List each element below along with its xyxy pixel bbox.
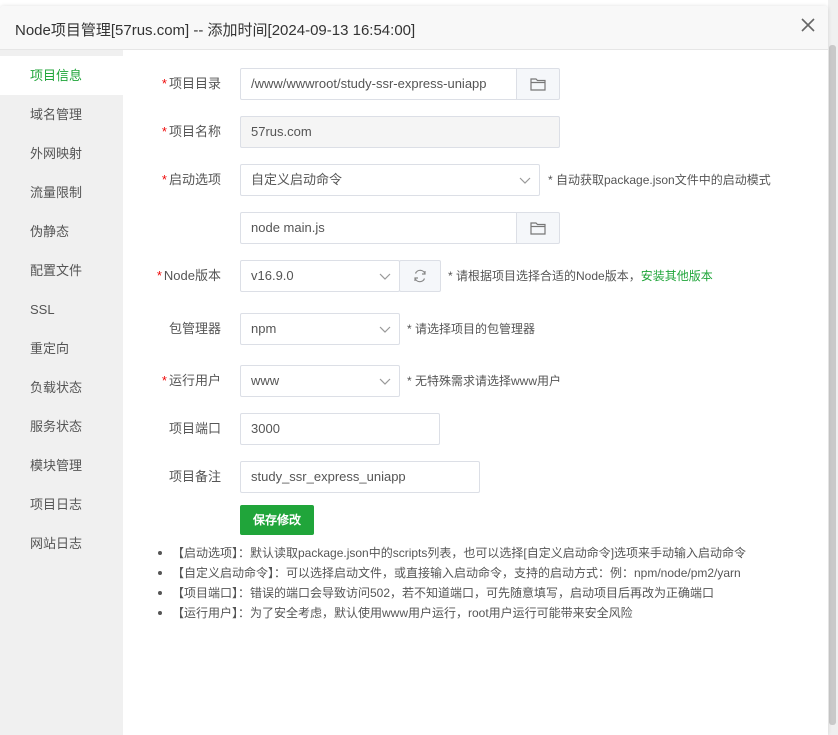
sidebar-item-domain[interactable]: 域名管理 [0,95,123,134]
dialog-titlebar: Node项目管理[57rus.com] -- 添加时间[2024-09-13 1… [0,6,828,50]
package-manager-hint: * 请选择项目的包管理器 [407,322,536,336]
required-mark: * [161,124,167,139]
form-panel: * 项目目录 /www/wwwroot/study-ssr-express-uni… [123,50,828,735]
sidebar-item-service-status[interactable]: 服务状态 [0,407,123,446]
folder-icon [530,222,546,235]
sidebar-item-ssl[interactable]: SSL [0,290,123,329]
project-dir-input[interactable]: /www/wwwroot/study-ssr-express-uniapp [240,68,517,100]
required-mark: * [161,76,167,91]
sidebar-item-project-info[interactable]: 项目信息 [0,56,123,95]
run-user-value: www [251,373,280,388]
row-start-command: node main.js [123,212,828,244]
sidebar-item-port-mapping[interactable]: 外网映射 [0,134,123,173]
row-project-name: * 项目名称 57rus.com [123,116,828,148]
project-dialog: Node项目管理[57rus.com] -- 添加时间[2024-09-13 1… [0,6,828,735]
required-mark: * [161,373,167,388]
sidebar-item-rewrite[interactable]: 伪静态 [0,212,123,251]
required-mark: * [156,268,162,283]
save-button[interactable]: 保存修改 [240,505,314,535]
row-package-manager: 包管理器 npm * 请选择项目的包管理器 [123,313,828,345]
help-note-run-user: 【运行用户】：为了安全考虑，默认使用www用户运行，root用户运行可能带来安全… [158,603,818,623]
node-version-label-text: Node版本 [163,268,221,283]
project-dir-label: * 项目目录 [123,68,221,100]
project-name-label: * 项目名称 [123,116,221,148]
folder-icon [530,78,546,91]
start-option-hint: * 自动获取package.json文件中的启动模式 [548,173,771,187]
node-version-label: * Node版本 [123,260,221,292]
sidebar-item-site-log[interactable]: 网站日志 [0,524,123,563]
sidebar-item-load-status[interactable]: 负载状态 [0,368,123,407]
run-user-hint: * 无特殊需求请选择www用户 [407,374,562,388]
sidebar-item-redirect[interactable]: 重定向 [0,329,123,368]
sidebar-item-config-file[interactable]: 配置文件 [0,251,123,290]
start-command-browse-button[interactable] [516,212,560,244]
row-project-note: 项目备注 study_ssr_express_uniapp [123,461,828,493]
start-option-value: 自定义启动命令 [251,172,343,187]
run-user-label: * 运行用户 [123,365,221,397]
node-version-hint-text: * 请根据项目选择合适的Node版本， [448,269,641,283]
node-version-select[interactable]: v16.9.0 [240,260,400,292]
chevron-down-icon [379,326,391,333]
node-version-hint: * 请根据项目选择合适的Node版本，安装其他版本 [448,260,713,292]
run-user-label-text: 运行用户 [168,373,221,388]
sidebar-item-project-log[interactable]: 项目日志 [0,485,123,524]
project-note-input[interactable]: study_ssr_express_uniapp [240,461,480,493]
start-command-input[interactable]: node main.js [240,212,517,244]
node-version-refresh-button[interactable] [399,260,441,292]
project-name-input: 57rus.com [240,116,560,148]
row-node-version: * Node版本 v16.9.0 * 请根据项目选择合适的Node版本，安装其他版… [123,260,828,292]
package-manager-select[interactable]: npm [240,313,400,345]
package-manager-value: npm [251,321,277,336]
project-dir-label-text: 项目目录 [168,76,221,91]
required-mark: * [161,172,167,187]
project-port-input[interactable]: 3000 [240,413,440,445]
sidebar: 项目信息 域名管理 外网映射 流量限制 伪静态 配置文件 SSL 重定向 负载状… [0,50,123,735]
node-version-value: v16.9.0 [251,268,294,283]
help-notes: 【启动选项】：默认读取package.json中的scripts列表，也可以选择… [158,543,818,623]
chevron-down-icon [519,177,531,184]
start-option-label: * 启动选项 [123,164,221,196]
sidebar-item-module-manage[interactable]: 模块管理 [0,446,123,485]
close-button[interactable] [798,15,818,35]
chevron-down-icon [379,378,391,385]
row-start-option: * 启动选项 自定义启动命令 * 自动获取package.json文件中的启动模式 [123,164,828,196]
project-note-label: 项目备注 [168,469,221,484]
help-note-custom-command: 【自定义启动命令】：可以选择启动文件，或直接输入启动命令，支持的启动方式：例：n… [158,563,818,583]
page-scrollbar-thumb[interactable] [829,45,836,725]
start-option-select[interactable]: 自定义启动命令 [240,164,540,196]
project-name-label-text: 项目名称 [168,124,221,139]
row-run-user: * 运行用户 www * 无特殊需求请选择www用户 [123,365,828,397]
help-note-start-option: 【启动选项】：默认读取package.json中的scripts列表，也可以选择… [158,543,818,563]
row-project-port: 项目端口 3000 [123,413,828,445]
run-user-select[interactable]: www [240,365,400,397]
refresh-icon [414,269,426,283]
project-port-label: 项目端口 [168,421,221,436]
sidebar-item-traffic-limit[interactable]: 流量限制 [0,173,123,212]
row-project-dir: * 项目目录 /www/wwwroot/study-ssr-express-uni… [123,68,828,100]
close-icon [801,18,815,32]
install-other-version-link[interactable]: 安装其他版本 [641,269,713,283]
help-note-project-port: 【项目端口】：错误的端口会导致访问502，若不知道端口，可先随意填写，启动项目后… [158,583,818,603]
start-option-label-text: 启动选项 [168,172,221,187]
chevron-down-icon [379,273,391,280]
project-dir-browse-button[interactable] [516,68,560,100]
dialog-title: Node项目管理[57rus.com] -- 添加时间[2024-09-13 1… [15,22,416,39]
package-manager-label: 包管理器 [168,321,221,336]
